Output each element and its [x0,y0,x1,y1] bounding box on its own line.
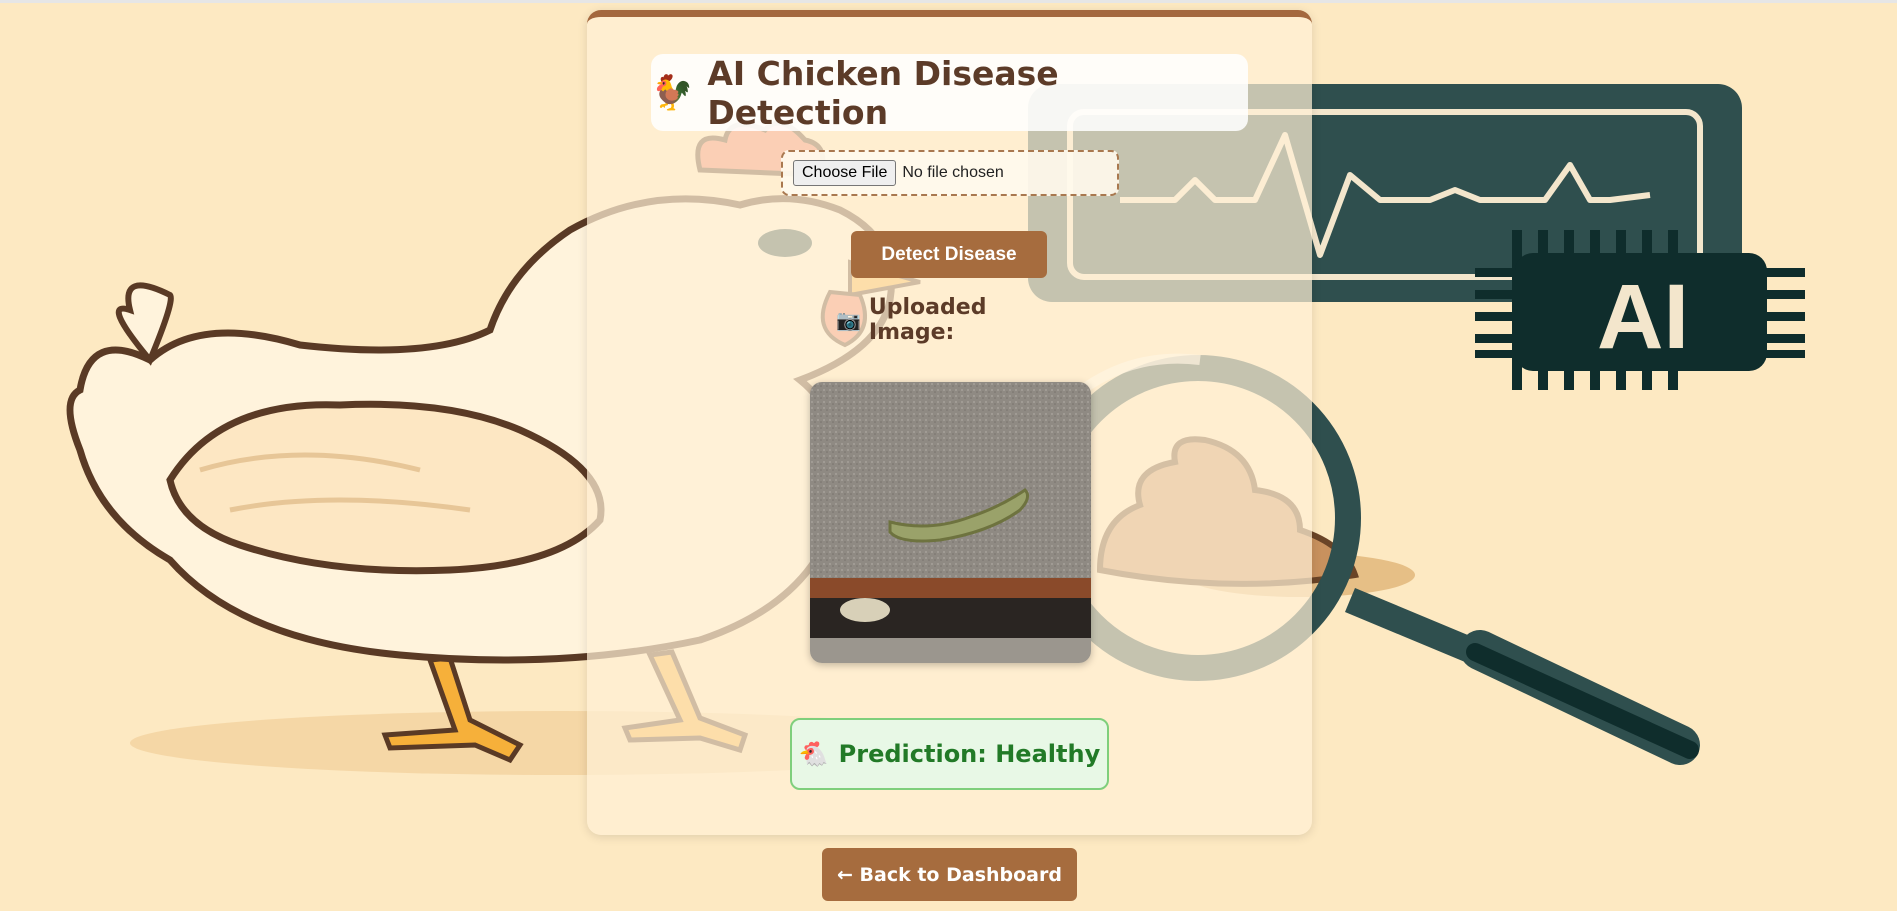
choose-file-button[interactable]: Choose File [793,160,897,186]
file-upload-field[interactable]: Choose File No file chosen [781,150,1119,196]
page-title-text: AI Chicken Disease Detection [707,53,1059,132]
ai-chip-label: AI [1597,266,1689,368]
camera-icon: 📷 [836,308,861,332]
prediction-text: Prediction: Healthy [838,740,1101,768]
prediction-result: 🐔 Prediction: Healthy [790,718,1109,790]
back-to-dashboard-button[interactable]: ← Back to Dashboard [822,848,1077,901]
page-title: 🐓 AI Chicken Disease Detection [651,53,1248,132]
uploaded-image-heading: 📷 Uploaded Image: [836,295,1066,345]
file-status-text: No file chosen [902,164,1004,181]
detect-disease-button[interactable]: Detect Disease [851,231,1047,278]
uploaded-image-label: Uploaded Image: [868,295,987,345]
chicken-icon: 🐔 [798,740,829,768]
rooster-icon: 🐓 [651,72,694,113]
droppings-photo [810,382,1091,663]
uploaded-image-preview [810,382,1091,663]
